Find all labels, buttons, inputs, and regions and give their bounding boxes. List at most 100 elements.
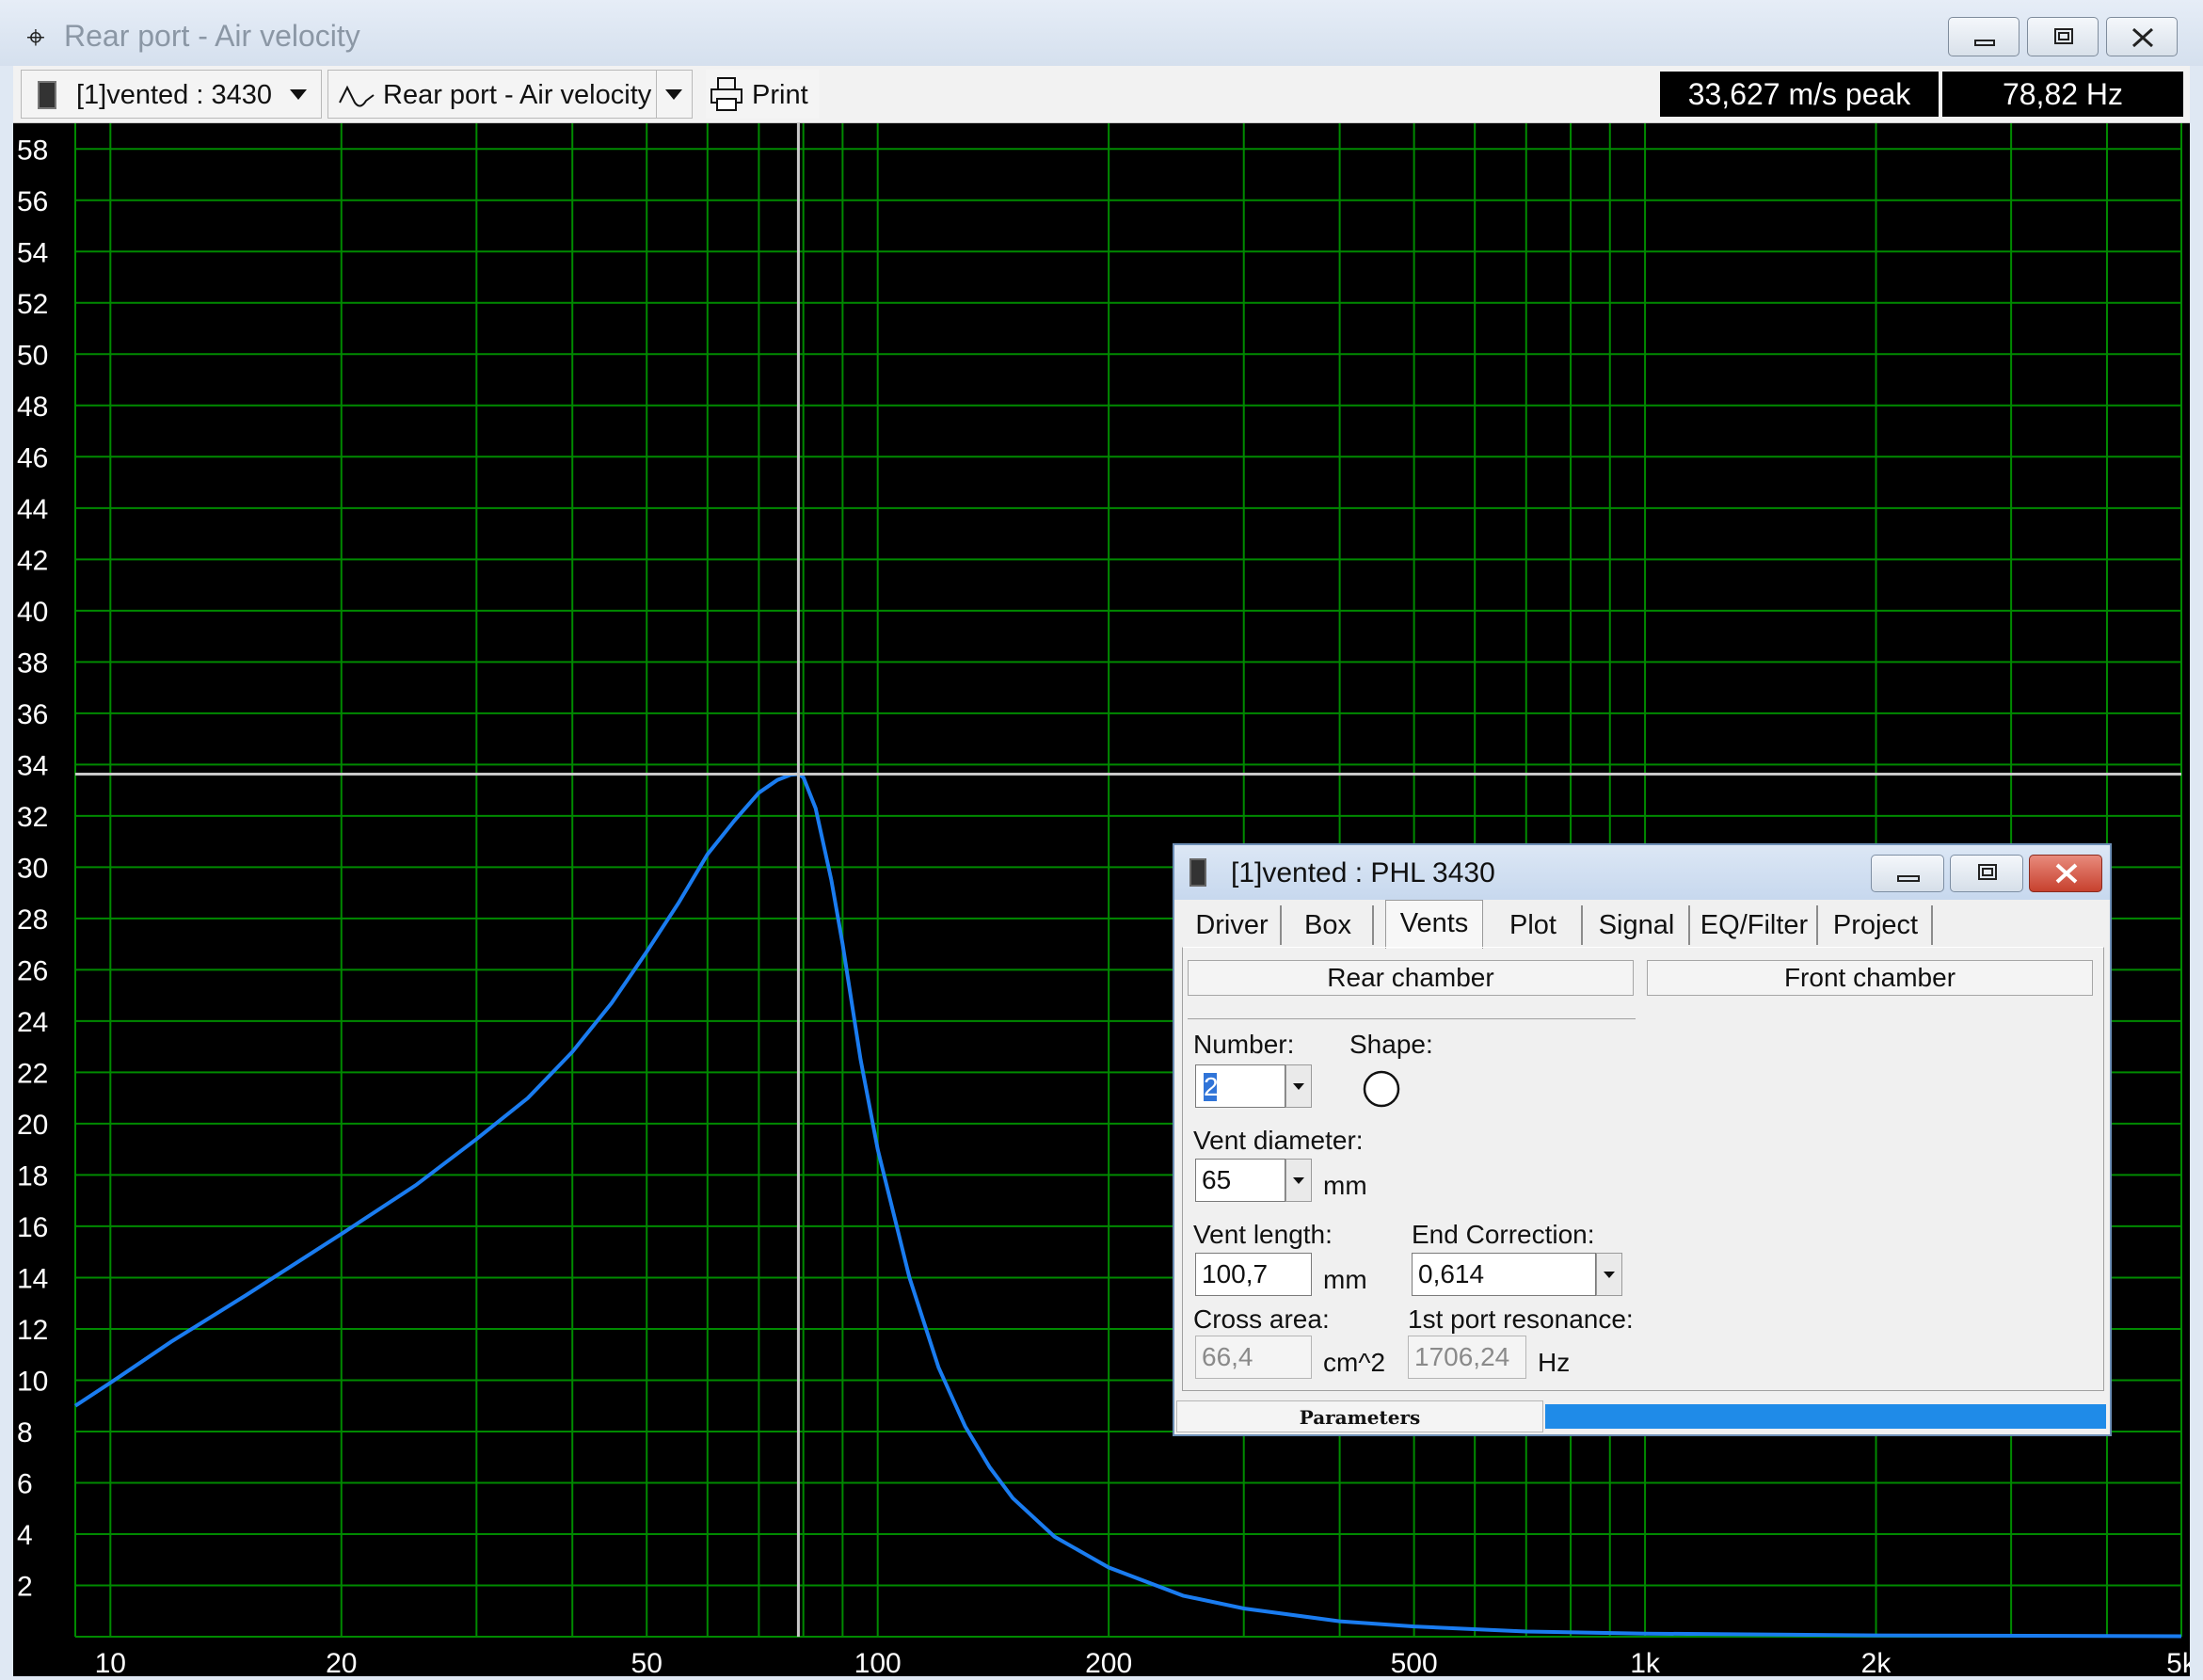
x-tick-label: 1k [1630,1648,1661,1676]
y-tick-label: 54 [17,237,48,268]
speaker-box-icon [1189,858,1206,887]
tab-box[interactable]: Box [1284,905,1374,945]
y-tick-label: 44 [17,494,48,525]
tab-project[interactable]: Project [1820,905,1933,945]
minimize-icon [1897,875,1920,882]
y-tick-label: 22 [17,1058,48,1089]
cross-area-unit: cm^2 [1323,1348,1386,1377]
cross-area-label: Cross area: [1193,1304,1330,1334]
close-button[interactable] [2106,17,2178,56]
vent-diameter-dropdown-button[interactable] [1285,1159,1312,1202]
plot-select[interactable]: Rear port - Air velocity [327,70,693,119]
waveform-icon [339,85,375,107]
minimize-button[interactable] [1948,17,2019,56]
y-tick-label: 32 [17,802,48,833]
printer-icon [710,77,742,111]
divider [656,71,657,118]
restore-icon [1978,864,1997,880]
tab-vents[interactable]: Vents [1385,900,1483,949]
project-select[interactable]: [1]vented : 3430 [21,70,322,119]
project-select-label: [1]vented : 3430 [76,80,272,110]
number-dropdown-button[interactable] [1285,1064,1312,1108]
x-tick-label: 5k [2166,1648,2190,1676]
restore-icon [2054,28,2073,44]
plot-select-label: Rear port - Air velocity [383,80,652,110]
x-tick-label: 20 [326,1648,357,1676]
x-tick-label: 50 [631,1648,662,1676]
vent-length-field[interactable]: 100,7 [1195,1253,1312,1296]
minimize-icon [1974,40,1995,46]
window-title: Rear port - Air velocity [64,19,360,53]
restore-button[interactable] [2027,17,2099,56]
tab-driver[interactable]: Driver [1184,905,1282,945]
vent-length-unit: mm [1323,1265,1367,1294]
x-tick-label: 10 [95,1648,126,1676]
shape-label: Shape: [1349,1030,1433,1059]
vent-length-label: Vent length: [1193,1220,1333,1249]
application-window: ⌖ Rear port - Air velocity [1]vented : 3… [0,0,2203,1680]
dialog-minimize-button[interactable] [1871,855,1944,892]
vent-diameter-field[interactable]: 65 [1195,1159,1285,1202]
frequency-readout: 78,82 Hz [1942,72,2183,117]
number-label: Number: [1193,1030,1295,1059]
title-bar[interactable]: ⌖ Rear port - Air velocity [0,0,2203,66]
y-tick-label: 42 [17,545,48,576]
x-tick-label: 200 [1085,1648,1132,1676]
dialog-tabs: Driver Box Vents Plot Signal EQ/Filter P… [1184,900,2106,949]
y-tick-label: 56 [17,186,48,217]
front-chamber-button[interactable]: Front chamber [1647,960,2093,996]
vent-diameter-label: Vent diameter: [1193,1126,1364,1155]
speaker-box-icon [38,81,56,109]
end-correction-dropdown-button[interactable] [1596,1253,1622,1296]
status-label: Parameters [1176,1400,1543,1432]
y-tick-label: 2 [17,1571,33,1602]
rear-chamber-button[interactable]: Rear chamber [1188,960,1634,996]
port-resonance-label: 1st port resonance: [1408,1304,1634,1334]
y-tick-label: 20 [17,1110,48,1141]
tab-signal[interactable]: Signal [1585,905,1690,945]
crosshair-icon: ⌖ [26,20,45,56]
peak-readout: 33,627 m/s peak [1660,72,1939,117]
close-icon [2131,27,2154,48]
y-tick-label: 16 [17,1212,48,1243]
rear-chamber-group: Number: Shape: 2 Vent diameter: 65 mm Ve… [1188,1018,1636,1386]
tab-eq-filter[interactable]: EQ/Filter [1692,905,1818,945]
y-tick-label: 58 [17,135,48,166]
y-tick-label: 26 [17,955,48,986]
chevron-down-icon [290,89,307,100]
dialog-title: [1]vented : PHL 3430 [1231,857,1495,888]
y-tick-label: 24 [17,1007,48,1038]
y-tick-label: 34 [17,750,48,781]
x-tick-label: 2k [1861,1648,1892,1676]
y-tick-label: 14 [17,1263,48,1294]
vent-diameter-unit: mm [1323,1171,1367,1200]
end-correction-label: End Correction: [1412,1220,1595,1249]
chevron-down-icon [665,89,682,100]
y-tick-label: 10 [17,1366,48,1397]
status-progress-bar [1545,1404,2106,1429]
number-field[interactable]: 2 [1195,1064,1285,1108]
y-tick-label: 52 [17,289,48,320]
circle-icon[interactable] [1361,1068,1402,1110]
end-correction-field[interactable]: 0,614 [1412,1253,1596,1296]
y-tick-label: 46 [17,442,48,473]
close-icon [2055,863,2078,884]
print-button[interactable]: Print [706,70,819,119]
y-tick-label: 18 [17,1160,48,1192]
dialog-close-button[interactable] [2029,855,2102,892]
dialog-restore-button[interactable] [1950,855,2023,892]
number-value: 2 [1204,1072,1219,1101]
y-tick-label: 36 [17,699,48,730]
tab-plot[interactable]: Plot [1485,905,1583,945]
port-resonance-field: 1706,24 [1408,1336,1526,1379]
y-tick-label: 8 [17,1417,33,1448]
y-tick-label: 48 [17,392,48,423]
cross-area-field: 66,4 [1195,1336,1312,1379]
y-tick-label: 40 [17,597,48,628]
y-tick-label: 50 [17,340,48,371]
print-label: Print [752,80,808,110]
vented-box-dialog: [1]vented : PHL 3430 Driver Box Vents Pl… [1173,843,2112,1436]
y-tick-label: 38 [17,648,48,679]
dialog-title-bar[interactable]: [1]vented : PHL 3430 [1174,845,2110,900]
port-resonance-unit: Hz [1538,1348,1571,1377]
